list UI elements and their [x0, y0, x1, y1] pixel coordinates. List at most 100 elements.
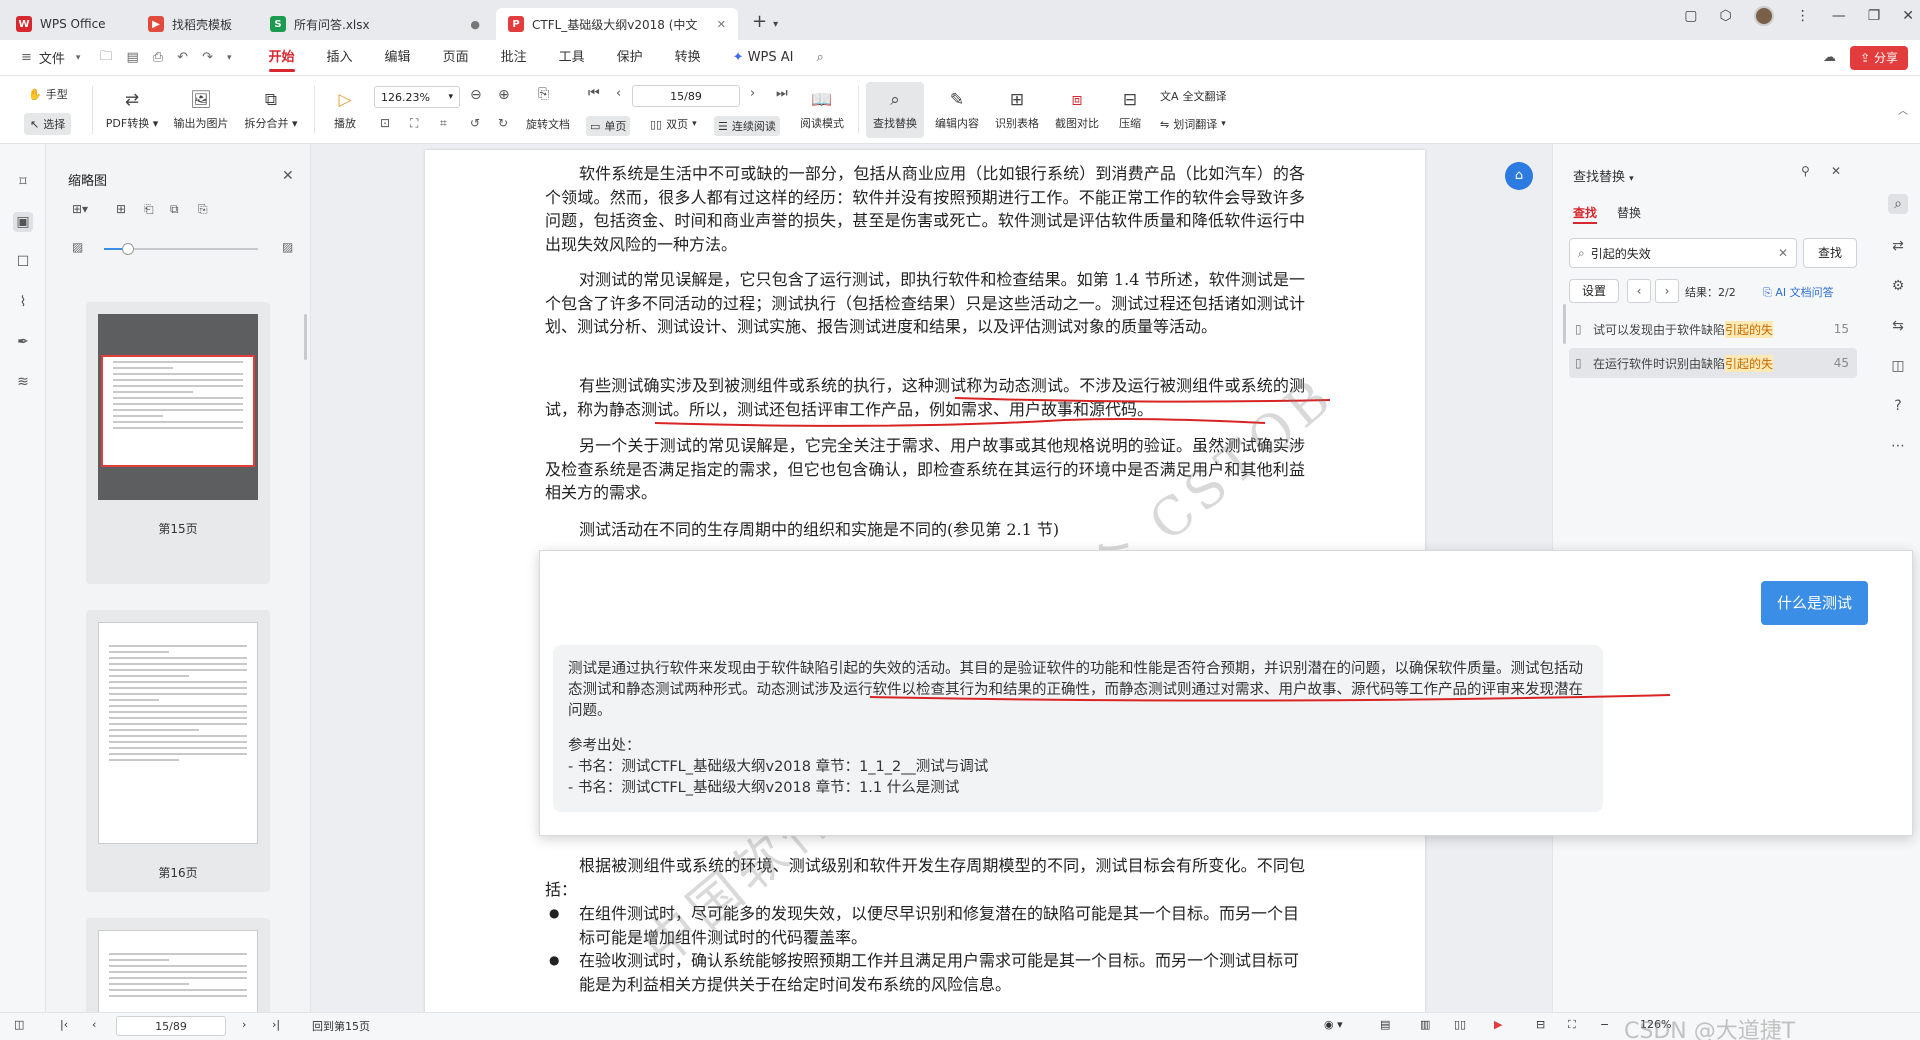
ai-assistant-icon[interactable]: ⌂ [1505, 162, 1533, 190]
tab-xlsx[interactable]: S 所有问答.xlsx ● [258, 8, 492, 40]
copy-page-icon[interactable]: ⧉ [170, 202, 179, 217]
search-button[interactable]: 查找 [1803, 238, 1857, 268]
pdf-convert-button[interactable]: ⇄ PDF转换 ▾ [100, 84, 164, 136]
thumbnail-page-15[interactable]: 第15页 [86, 302, 270, 584]
thumbnail-icon[interactable]: ▣ [13, 212, 33, 232]
last-page-icon[interactable]: ›| [272, 1018, 280, 1031]
fit-page-icon[interactable]: ⛶ [410, 116, 418, 131]
single-page-button[interactable]: ▭ 单页 [586, 116, 631, 136]
menu-home[interactable]: 开始 [253, 40, 311, 76]
hand-tool[interactable]: ✋ 手型 [28, 86, 68, 102]
continuous-icon[interactable]: ▥ [1420, 1018, 1430, 1031]
close-window-icon[interactable]: ✕ [1902, 8, 1914, 24]
rotate-right-icon[interactable]: ↻ [498, 116, 508, 130]
tab-replace[interactable]: 替换 [1617, 204, 1641, 221]
actual-size-icon[interactable]: ⊡ [380, 116, 390, 130]
fit-width-icon[interactable]: ⊟ [1536, 1018, 1545, 1031]
next-result-icon[interactable]: › [1655, 279, 1679, 303]
single-page-icon[interactable]: ▤ [1380, 1018, 1390, 1031]
fit-page-icon[interactable]: ⛶ [1568, 1018, 1576, 1032]
slider-handle[interactable] [122, 243, 134, 255]
save-icon[interactable]: ▤ [126, 50, 138, 65]
thumb-size-slider[interactable] [104, 243, 258, 255]
window-layout-icon[interactable]: ▢ [1684, 8, 1697, 24]
eye-protection-icon[interactable]: ◉ ▾ [1324, 1018, 1343, 1031]
panel-title[interactable]: 查找替换 ▾ [1573, 166, 1634, 185]
redo-icon[interactable]: ↷ [202, 50, 213, 65]
signature-icon[interactable]: ✒ [13, 332, 33, 352]
help-icon[interactable]: ? [1888, 396, 1908, 416]
first-page-icon[interactable]: |‹ [60, 1018, 68, 1031]
double-page-icon[interactable]: ▯▯ [1454, 1018, 1466, 1031]
prev-page-icon[interactable]: ‹ [92, 1018, 96, 1031]
new-tab-icon[interactable]: + [752, 11, 767, 32]
tab-wps-office[interactable]: W WPS Office [4, 8, 132, 40]
add-page-icon[interactable]: ⊞ [116, 202, 126, 216]
menu-wps-ai[interactable]: ✦ WPS AI [717, 40, 810, 76]
play-button[interactable]: ▷ 播放 [322, 84, 368, 136]
comment-icon[interactable]: ☐ [13, 252, 33, 272]
split-merge-button[interactable]: ⧉ 拆分合并 ▾ [238, 84, 304, 136]
pin-icon[interactable]: ⚲ [1801, 164, 1810, 178]
translate-word-button[interactable]: ⇋ 划词翻译 ▾ [1160, 116, 1226, 132]
insert-file-icon[interactable]: ⎗ [144, 202, 154, 217]
share-button[interactable]: ⇪ 分享 [1850, 46, 1908, 70]
avatar[interactable] [1753, 6, 1774, 26]
next-page-icon[interactable]: › [750, 86, 755, 101]
scrollbar[interactable] [304, 314, 307, 360]
play-icon[interactable]: ▶ [1494, 1018, 1502, 1031]
menu-edit[interactable]: 编辑 [369, 40, 427, 76]
bookmark-icon[interactable]: ◫ [1888, 356, 1908, 376]
search-icon[interactable]: ⌕ [817, 50, 824, 65]
tab-list-chevron-icon[interactable]: ▾ [773, 19, 778, 30]
page-number-input[interactable]: 15/89 [632, 85, 740, 107]
export-image-button[interactable]: 🖼 输出为图片 [166, 84, 236, 136]
search-result-item[interactable]: ▯ 试可以发现由于软件缺陷 引起的失 15 [1569, 314, 1857, 344]
settings-button[interactable]: 设置 [1569, 279, 1619, 303]
recognize-table-button[interactable]: ⊞ 识别表格 [988, 84, 1046, 136]
replace-icon[interactable]: ⇆ [1888, 316, 1908, 336]
undo-icon[interactable]: ↶ [177, 50, 188, 65]
print-icon[interactable]: ⎙ [153, 50, 163, 65]
more-icon[interactable]: ⋯ [1888, 436, 1908, 456]
menu-protect[interactable]: 保护 [601, 40, 659, 76]
clear-icon[interactable]: ✕ [1778, 246, 1788, 260]
compress-button[interactable]: ⊟ 压缩 [1108, 84, 1152, 136]
next-page-icon[interactable]: › [242, 1018, 246, 1031]
translate-icon[interactable]: ⇄ [1888, 236, 1908, 256]
layers-icon[interactable]: ≋ [13, 372, 33, 392]
reference-item[interactable]: - 书名：测试CTFL_基础级大纲v2018 章节：1.1 什么是测试 [568, 778, 1588, 799]
close-icon[interactable]: ✕ [1831, 164, 1841, 178]
menu-tools[interactable]: 工具 [543, 40, 601, 76]
thumbnail-page-17[interactable] [86, 918, 270, 1012]
double-page-button[interactable]: ▯▯ 双页 ▾ [650, 116, 697, 132]
page-number-input[interactable]: 15/89 [116, 1016, 226, 1036]
search-input[interactable]: ⌕ 引起的失效 ✕ [1569, 238, 1797, 268]
more-icon[interactable]: ⋮ [1796, 8, 1810, 24]
tab-template[interactable]: ▶ 找稻壳模板 [136, 8, 254, 40]
restore-icon[interactable]: ❐ [1868, 8, 1881, 24]
find-replace-button[interactable]: ⌕ 查找替换 [866, 82, 924, 138]
zoom-out-icon[interactable]: − [1600, 1018, 1609, 1031]
file-menu[interactable]: 文件 [39, 48, 65, 67]
edit-content-button[interactable]: ✎ 编辑内容 [928, 84, 986, 136]
attachment-icon[interactable]: ⌇ [13, 292, 33, 312]
tab-find[interactable]: 查找 [1573, 204, 1597, 221]
thumbnail-page-16[interactable]: 第16页 [86, 610, 270, 892]
select-tool[interactable]: ↖ 选择 [24, 113, 72, 135]
return-page-link[interactable]: 回到第15页 [312, 1018, 370, 1034]
last-page-icon[interactable]: ⏭ [776, 86, 788, 101]
menu-hamburger-icon[interactable]: ≡ [21, 50, 32, 65]
crop-icon[interactable]: ⌗ [440, 116, 447, 131]
rotate-document-button[interactable]: 旋转文档 [526, 116, 570, 132]
zoom-in-icon[interactable]: ⊕ [498, 87, 510, 103]
zoom-out-icon[interactable]: ⊖ [470, 87, 482, 103]
cloud-upload-icon[interactable]: ☁ [1823, 50, 1836, 65]
first-page-icon[interactable]: ⏮ [588, 86, 600, 101]
prev-page-icon[interactable]: ‹ [616, 86, 621, 101]
more-chevron-icon[interactable]: ▾ [227, 53, 232, 63]
continuous-read-button[interactable]: ☰ 连续阅读 [714, 116, 780, 136]
menu-insert[interactable]: 插入 [311, 40, 369, 76]
read-mode-button[interactable]: 📖 阅读模式 [794, 84, 850, 136]
ai-doc-qa-link[interactable]: ⎘ AI 文档问答 [1763, 284, 1834, 300]
